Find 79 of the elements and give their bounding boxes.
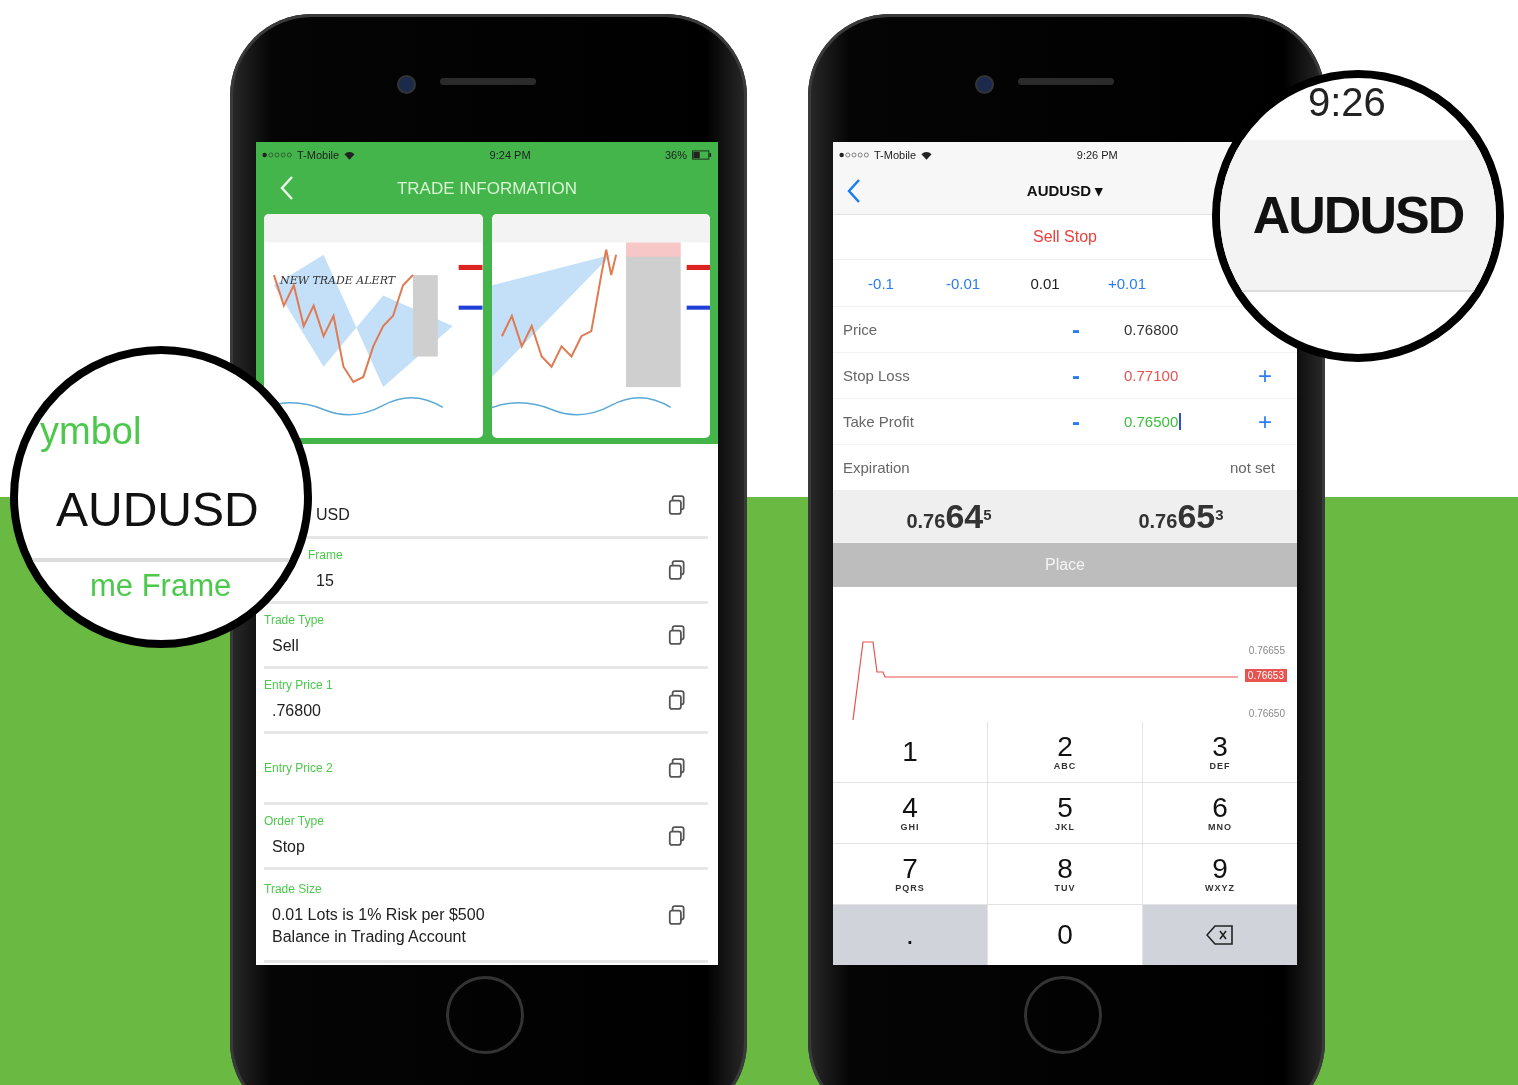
wifi-icon (344, 150, 356, 160)
price-level-label: 0.76650 (1248, 708, 1285, 719)
magnified-clock: 9:26 (1308, 80, 1386, 125)
keypad-key[interactable]: 8 TUV (988, 844, 1142, 904)
copy-icon[interactable] (668, 690, 686, 710)
field-label: Entry Price 1 (264, 677, 334, 692)
battery-icon (692, 150, 712, 160)
carrier-text: T-Mobile (874, 149, 917, 161)
back-chevron-icon[interactable] (847, 178, 861, 204)
decrease-button[interactable]: - (1068, 365, 1084, 386)
order-type-selector[interactable]: Sell Stop (1032, 228, 1097, 246)
copy-icon[interactable] (668, 495, 686, 515)
keypad-key[interactable]: 3 DEF (1143, 722, 1297, 782)
copy-icon[interactable] (668, 905, 686, 925)
step-button[interactable]: 0.01 (1019, 274, 1071, 292)
chart-screenshot[interactable]: NEW TRADE ALERT (264, 214, 483, 438)
step-button[interactable]: -0.01 (937, 274, 989, 292)
camera-icon (975, 75, 994, 94)
row-label: Stop Loss (843, 367, 911, 384)
keypad-key[interactable]: . (833, 905, 987, 965)
price-quote: 0.7665$^{3}$ (1138, 497, 1224, 536)
price-marker (686, 305, 710, 310)
row-label: Price (843, 321, 879, 338)
field-value: Sell (271, 635, 300, 656)
keypad-key[interactable]: 1 (833, 722, 987, 782)
price-marker (458, 305, 483, 310)
clock-text: 9:26 PM (1076, 149, 1118, 161)
keypad-key[interactable]: 6 MNO (1143, 783, 1297, 843)
field-value: Stop (271, 836, 306, 857)
magnified-symbol: AUDUSD (1252, 185, 1464, 245)
backspace-icon[interactable] (1206, 925, 1234, 945)
row-label: Take Profit (843, 413, 915, 430)
increase-button[interactable]: + (1257, 411, 1273, 432)
keypad-key[interactable]: 2 ABC (988, 722, 1142, 782)
field-label: Order Type (264, 813, 325, 828)
symbol-dropdown[interactable]: AUDUSD ▾ (1026, 182, 1104, 200)
decrease-button[interactable]: - (1068, 319, 1084, 340)
decrease-button[interactable]: - (1068, 411, 1084, 432)
field-label: Trade Size (264, 881, 323, 896)
step-button[interactable]: +0.01 (1101, 274, 1153, 292)
signal-dots-icon (262, 152, 292, 158)
field-value: USD (315, 505, 351, 526)
magnified-value: AUDUSD (56, 482, 259, 537)
field-label: Entry Price 2 (264, 761, 334, 775)
price-marker (458, 264, 483, 270)
copy-icon[interactable] (668, 758, 686, 778)
field-label: Frame (308, 547, 344, 562)
field-value: 15 (315, 570, 335, 591)
copy-icon[interactable] (668, 826, 686, 846)
copy-icon[interactable] (668, 625, 686, 645)
copy-icon[interactable] (668, 560, 686, 580)
keypad-key[interactable]: 0 (988, 905, 1142, 965)
carrier-text: T-Mobile (297, 149, 340, 161)
signal-dots-icon (839, 152, 869, 158)
price-input[interactable]: 0.76800 (1124, 321, 1179, 338)
row-label: Expiration (843, 459, 911, 476)
camera-icon (397, 75, 416, 94)
price-marker (686, 264, 710, 270)
keypad-key[interactable]: 5 JKL (988, 783, 1142, 843)
increase-button[interactable]: + (1257, 365, 1273, 386)
price-level-label: 0.76655 (1248, 645, 1285, 656)
field-value: .76800 (271, 700, 322, 721)
field-value: 0.01 Lots is 1% Risk per $500 Balance in Trading Account (271, 904, 486, 947)
keypad-key[interactable]: 4 GHI (833, 783, 987, 843)
expiration-value[interactable]: not set (1229, 459, 1275, 476)
battery-percent: 36% (664, 149, 687, 161)
magnified-label: me Frame (90, 568, 232, 604)
keypad-key[interactable]: 7 PQRS (833, 844, 987, 904)
field-label: Trade Type (264, 612, 326, 627)
current-price-tag: 0.76653 (1244, 669, 1287, 682)
magnified-label: ymbol (40, 410, 142, 453)
chart-caption: NEW TRADE ALERT (280, 274, 396, 287)
clock-text: 9:24 PM (489, 149, 531, 161)
screen-title: TRADE INFORMATION (396, 179, 578, 199)
wifi-icon (921, 150, 933, 160)
price-quote: 0.7664$^{5}$ (906, 497, 992, 536)
price-input[interactable]: 0.77100 (1124, 367, 1179, 384)
step-button[interactable]: -0.1 (855, 274, 907, 292)
keypad-key[interactable]: 9 WXYZ (1143, 844, 1297, 904)
